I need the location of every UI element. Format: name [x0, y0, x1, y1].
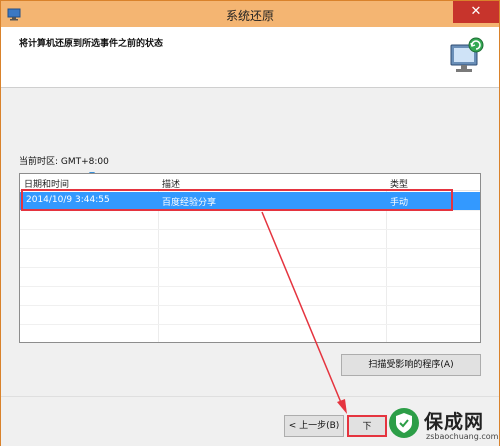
table-row [20, 268, 480, 287]
shield-icon [389, 408, 419, 438]
timezone-label: 当前时区: GMT+8:00 [19, 157, 109, 167]
selected-row-highlight [21, 189, 453, 211]
system-restore-window: 系统还原 将计算机还原到所选事件之前的状态 当前时区: GMT+8:00 日期和… [0, 0, 500, 446]
close-button[interactable]: ✕ [453, 1, 499, 23]
back-button[interactable]: < 上一步(B) [284, 415, 344, 437]
table-row [20, 325, 480, 342]
table-row [20, 287, 480, 306]
scan-affected-programs-button[interactable]: 扫描受影响的程序(A) [341, 354, 481, 376]
title-bar[interactable]: 系统还原 [1, 1, 499, 27]
watermark-domain: zsbaochuang.com [426, 432, 499, 441]
window-title: 系统还原 [225, 9, 274, 23]
header-panel: 将计算机还原到所选事件之前的状态 [1, 27, 499, 88]
watermark-name: 保成网 [424, 411, 485, 433]
table-row [20, 211, 480, 230]
close-icon: ✕ [470, 4, 482, 19]
table-row [20, 306, 480, 325]
page-heading: 将计算机还原到所选事件之前的状态 [19, 39, 164, 49]
table-row [20, 230, 480, 249]
table-row [20, 249, 480, 268]
watermark: 保成网 zsbaochuang.com [386, 404, 499, 444]
next-button[interactable]: 下 [347, 415, 387, 437]
system-restore-icon [450, 37, 484, 72]
